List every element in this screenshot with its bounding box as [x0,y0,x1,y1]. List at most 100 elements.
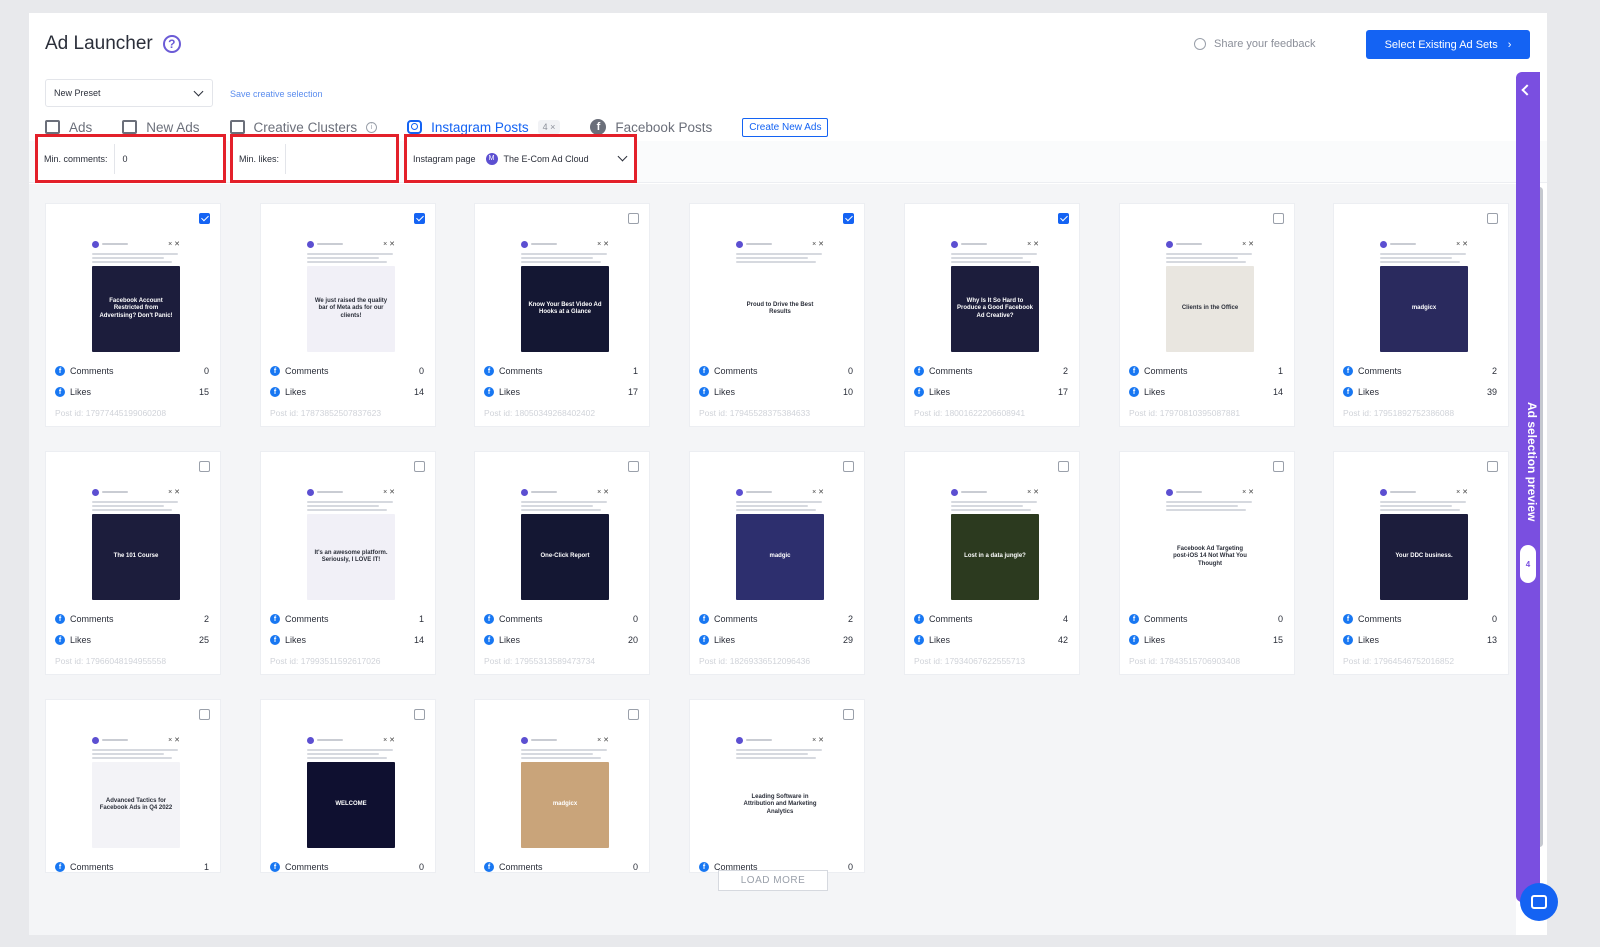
post-text-lines [521,501,609,511]
facebook-icon: f [699,862,709,872]
facebook-icon: f [699,366,709,376]
post-author-line [102,243,128,245]
post-author-line [531,243,557,245]
instagram-page-select[interactable]: M The E-Com Ad Cloud [485,151,634,165]
select-checkbox[interactable] [414,213,425,224]
post-card[interactable]: × ✕ madgicx f Comments 0 [474,699,650,873]
madgicx-logo-icon [521,736,528,744]
select-checkbox[interactable] [1273,461,1284,472]
post-card[interactable]: × ✕ Leading Software in Attribution and … [689,699,865,873]
facebook-icon: f [914,635,924,645]
select-checkbox[interactable] [1487,213,1498,224]
comments-count: 2 [847,614,853,624]
select-checkbox[interactable] [628,709,639,720]
min-likes-input[interactable] [285,143,396,174]
likes-row: f Likes 39 [1343,387,1497,397]
comments-count: 1 [203,862,209,872]
post-image: madgicx [521,762,609,848]
select-checkbox[interactable] [1273,213,1284,224]
tab-creative-clusters[interactable]: Creative Clusters i [229,119,378,135]
post-card[interactable]: × ✕ Advanced Tactics for Facebook Ads in… [45,699,221,873]
post-card[interactable]: × ✕ Know Your Best Video Ad Hooks at a G… [474,203,650,427]
post-card[interactable]: × ✕ Why Is It So Hard to Produce a Good … [904,203,1080,427]
post-id-value: 17873852507837623 [300,408,382,418]
close-icon: × ✕ [1242,489,1254,496]
select-checkbox[interactable] [843,709,854,720]
tab-ads[interactable]: Ads [45,120,92,135]
likes-count: 39 [1486,387,1497,397]
comments-row: f Comments 0 [270,366,424,376]
post-image-caption: We just raised the quality bar of Meta a… [314,298,388,319]
comments-label: Comments [499,862,543,872]
post-card[interactable]: × ✕ Facebook Ad Targeting post-iOS 14 No… [1119,451,1295,675]
tab-facebook-posts[interactable]: f Facebook Posts [590,119,712,135]
chat-support-button[interactable] [1520,883,1558,921]
chevron-right-icon: › [1507,38,1512,51]
select-checkbox[interactable] [843,213,854,224]
instagram-page-label: Instagram page [413,153,476,164]
post-card[interactable]: × ✕ The 101 Course f Comments 2 f Likes 25… [45,451,221,675]
share-feedback-button[interactable]: Share your feedback [1180,30,1330,58]
select-checkbox[interactable] [199,461,210,472]
post-id-prefix: Post id: [484,656,515,666]
likes-count: 14 [1272,387,1283,397]
create-new-ads-button[interactable]: Create New Ads [742,117,829,137]
post-card[interactable]: × ✕ Clients in the Office f Comments 1 fL… [1119,203,1295,427]
comments-count: 0 [1491,614,1497,624]
select-checkbox[interactable] [414,461,425,472]
select-existing-ad-sets-button[interactable]: Select Existing Ad Sets › [1366,30,1530,59]
info-icon[interactable]: i [366,121,378,133]
post-card[interactable]: × ✕ WELCOME f Comments 0 [260,699,436,873]
select-checkbox[interactable] [628,213,639,224]
post-card[interactable]: × ✕ Proud to Drive the Best Results f Com… [689,203,865,427]
tab-facebook-posts-label: Facebook Posts [615,119,713,135]
post-card[interactable]: × ✕ madgic f Comments 2 f Likes 29 Post id… [689,451,865,675]
select-checkbox[interactable] [843,461,854,472]
close-icon: × ✕ [383,241,395,248]
comments-label: Comments [285,614,329,624]
tab-new-ads[interactable]: New Ads [122,120,200,135]
post-card[interactable]: × ✕ One-Click Report f Comments 0 f Likes … [474,451,650,675]
preset-select[interactable]: New Preset [45,79,213,107]
select-checkbox[interactable] [414,709,425,720]
post-preview: × ✕ Why Is It So Hard to Produce a Good … [951,238,1039,358]
select-checkbox[interactable] [1487,461,1498,472]
select-checkbox[interactable] [1058,461,1069,472]
post-card[interactable]: × ✕ Your DDC business. f Comments 0 f Like… [1333,451,1509,675]
post-image: Know Your Best Video Ad Hooks at a Glanc… [521,266,609,352]
post-id-prefix: Post id: [1343,408,1374,418]
select-checkbox[interactable] [628,461,639,472]
post-author-line [317,739,343,741]
save-creative-selection-link[interactable]: Save creative selection [230,89,323,99]
post-card[interactable]: × ✕ Lost in a data jungle? f Comments 4 f… [904,451,1080,675]
post-card[interactable]: × ✕ We just raised the quality bar of Me… [260,203,436,427]
post-header: × ✕ [521,486,609,498]
post-image: Why Is It So Hard to Produce a Good Face… [951,266,1039,352]
select-checkbox[interactable] [199,709,210,720]
select-checkbox[interactable] [199,213,210,224]
select-checkbox[interactable] [1058,213,1069,224]
min-comments-input[interactable]: 0 [113,143,223,174]
ad-launcher-window: Ad Launcher ? Share your feedback Select… [29,13,1547,935]
post-id-prefix: Post id: [484,408,515,418]
share-feedback-label: Share your feedback [1214,38,1316,50]
comments-label: Comments [1144,366,1188,376]
help-icon[interactable]: ? [162,35,181,53]
post-header: × ✕ [1166,486,1254,498]
close-icon: × ✕ [812,241,824,248]
comments-row: f Comments 0 [1343,614,1497,624]
close-icon: × ✕ [1456,489,1468,496]
post-card[interactable]: × ✕ Facebook Account Restricted from Adv… [45,203,221,427]
tab-creative-clusters-label: Creative Clusters [253,119,358,135]
collapse-arrow-icon[interactable] [1521,84,1533,96]
post-card[interactable]: × ✕ madgicx f Comments 2 f Likes 39 Post i… [1333,203,1509,427]
post-card[interactable]: × ✕ It's an awesome platform. Seriously,… [260,451,436,675]
load-more-button[interactable]: LOAD MORE [718,870,828,891]
post-text-lines [1166,253,1254,263]
tab-instagram-posts[interactable]: Instagram Posts 4 × [407,120,561,146]
post-id-value: 17955313589473734 [514,656,596,666]
ad-selection-preview-label: Ad selection preview [1525,402,1539,522]
post-author-line [102,739,128,741]
post-text-lines [951,501,1039,511]
likes-label: Likes [714,635,736,645]
